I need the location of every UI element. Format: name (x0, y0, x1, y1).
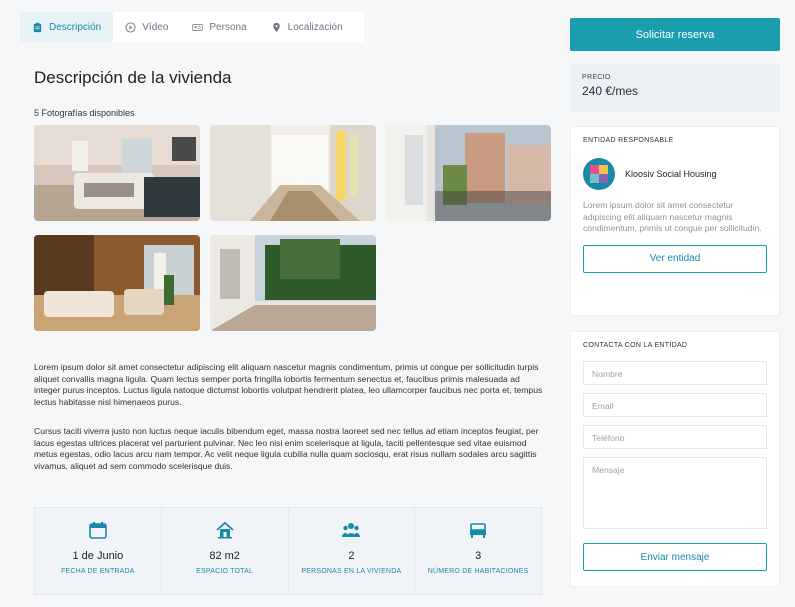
stat-value: 3 (475, 550, 482, 562)
view-entity-button[interactable]: Ver entidad (583, 244, 767, 273)
contact-card: CONTACTA CON LA ENTIDAD Nombre Email Tel… (570, 331, 780, 587)
price-label: PRECIO (582, 74, 611, 81)
stat-label: FECHA DE ENTRADA (61, 568, 135, 575)
play-icon (125, 21, 136, 33)
phone-field[interactable]: Teléfono (583, 425, 767, 449)
calendar-icon (89, 522, 107, 539)
stat-label: ESPACIO TOTAL (196, 568, 254, 575)
stat-label: PERSONAS EN LA VIVIENDA (301, 568, 402, 575)
price-box: PRECIO 240 €/mes (570, 64, 780, 112)
message-field[interactable]: Mensaje (583, 457, 767, 529)
stat-total-space: 82 m2 ESPACIO TOTAL (162, 508, 289, 594)
photo-balcony-view[interactable] (385, 125, 551, 221)
tab-label: Persona (209, 21, 247, 33)
tab-persona[interactable]: Persona (180, 12, 258, 42)
photo-hallway[interactable] (210, 125, 376, 221)
stat-value: 82 m2 (209, 550, 240, 562)
entity-section-title: ENTIDAD RESPONSABLE (583, 137, 674, 144)
puzzle-logo-icon (584, 159, 614, 189)
stat-value: 2 (348, 550, 355, 562)
id-card-icon (192, 23, 203, 31)
send-message-button[interactable]: Enviar mensaje (583, 543, 767, 571)
stat-value: 1 de Junio (72, 550, 124, 562)
entity-card: ENTIDAD RESPONSABLE Kloosiv Social Housi… (570, 126, 780, 316)
property-stats: 1 de Junio FECHA DE ENTRADA 82 m2 ESPACI… (34, 507, 542, 595)
request-reservation-button[interactable]: Solicitar reserva (570, 18, 780, 51)
page-title: Descripción de la vivienda (34, 68, 232, 87)
house-icon (216, 521, 234, 539)
photo-bedroom[interactable] (34, 125, 200, 221)
tab-localizacion[interactable]: Localización (259, 12, 355, 42)
contact-section-title: CONTACTA CON LA ENTIDAD (583, 342, 688, 349)
email-field[interactable]: Email (583, 393, 767, 417)
photo-terrace[interactable] (210, 235, 376, 331)
tab-label: Vídeo (142, 21, 169, 33)
entity-name: Kloosiv Social Housing (625, 169, 717, 179)
map-pin-icon (272, 22, 280, 32)
stat-entry-date: 1 de Junio FECHA DE ENTRADA (35, 508, 162, 594)
description-paragraph-1: Lorem ipsum dolor sit amet consectetur a… (34, 362, 543, 407)
photo-living-room[interactable] (34, 235, 200, 331)
description-paragraph-2: Cursus taciti viverra justo non luctus n… (34, 426, 539, 471)
bed-icon (470, 523, 487, 538)
clipboard-icon (33, 22, 42, 32)
tab-video[interactable]: Vídeo (113, 12, 180, 42)
entity-logo (583, 158, 615, 190)
section-tabs: Descripción Vídeo Persona Localización (20, 12, 364, 42)
tab-descripcion[interactable]: Descripción (20, 12, 114, 42)
stat-people: 2 PERSONAS EN LA VIVIENDA (289, 508, 416, 594)
people-icon (342, 523, 361, 537)
name-field[interactable]: Nombre (583, 361, 767, 385)
tab-label: Descripción (49, 21, 102, 33)
price-value: 240 €/mes (582, 84, 639, 98)
entity-row: Kloosiv Social Housing (583, 158, 767, 190)
photos-count: 5 Fotografías disponibles (34, 108, 135, 118)
stat-label: NÚMERO DE HABITACIONES (427, 568, 529, 575)
stat-rooms: 3 NÚMERO DE HABITACIONES (415, 508, 541, 594)
entity-description: Lorem ipsum dolor sit amet consectetur a… (583, 200, 762, 234)
tab-label: Localización (287, 21, 343, 33)
